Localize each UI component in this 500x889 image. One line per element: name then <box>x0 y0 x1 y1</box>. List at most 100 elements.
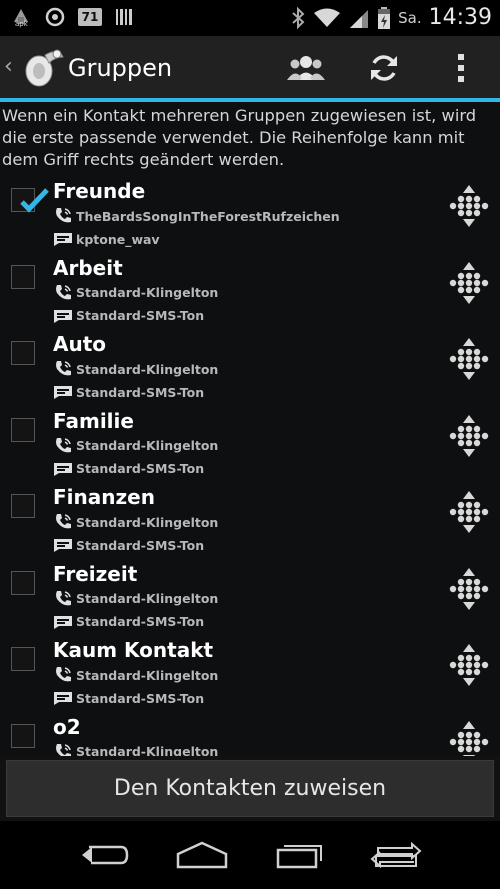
drag-handle-icon[interactable] <box>446 642 492 688</box>
status-bar: apk 71 Sa. 14:39 <box>0 0 500 36</box>
groups-icon <box>287 56 325 80</box>
sms-row: Standard-SMS-Ton <box>53 612 204 632</box>
sync-circle-icon <box>45 7 65 27</box>
up-caret-icon[interactable]: ‹ <box>4 54 13 79</box>
sms-row: Standard-SMS-Ton <box>53 382 204 402</box>
assign-contacts-button[interactable]: Den Kontakten zuweisen <box>6 760 494 817</box>
group-checkbox[interactable] <box>11 494 35 518</box>
ringtone-row: TheBardsSongInTheForestRufzeichen <box>53 206 340 226</box>
ringtone-row: Standard-Klingelton <box>53 665 218 685</box>
ringtone-name: Standard-Klingelton <box>76 285 219 300</box>
overflow-menu-icon <box>458 54 464 82</box>
recent-apps-button[interactable] <box>268 833 332 877</box>
drag-handle-icon[interactable] <box>446 413 492 459</box>
phone-icon <box>56 361 71 376</box>
sms-tone-name: Standard-SMS-Ton <box>76 614 205 629</box>
drag-handle-icon[interactable] <box>446 260 492 306</box>
ringtone-name: Standard-Klingelton <box>76 591 219 606</box>
group-list-item[interactable]: o2 Standard-Klingelton Standard-SMS-Ton <box>0 714 500 757</box>
sms-tone-name: Standard-SMS-Ton <box>76 461 205 476</box>
home-button[interactable] <box>170 833 234 877</box>
sms-tone-name: Standard-SMS-Ton <box>76 537 205 553</box>
ringtone-name: Standard-Klingelton <box>76 438 219 453</box>
drag-handle-icon[interactable] <box>446 183 492 229</box>
drag-handle-icon[interactable] <box>446 566 492 612</box>
group-list-item[interactable]: Finanzen Standard-Klingelton Standard-SM… <box>0 485 500 563</box>
group-name: Freizeit <box>53 561 138 586</box>
badge-icon: 71 <box>78 8 102 26</box>
ringtone-row: Standard-Klingelton <box>53 283 218 303</box>
message-icon <box>54 462 72 476</box>
ringtone-row: Standard-Klingelton <box>53 589 218 609</box>
wifi-icon <box>314 8 341 27</box>
group-name: Kaum Kontakt <box>53 638 214 662</box>
group-name: Finanzen <box>53 485 155 509</box>
ringtone-name: Standard-Klingelton <box>76 514 219 530</box>
message-icon <box>54 539 72 552</box>
navigation-bar <box>0 821 500 889</box>
svg-text:apk: apk <box>15 20 29 28</box>
sms-row: Standard-SMS-Ton <box>53 306 204 326</box>
group-list-item[interactable]: Auto Standard-Klingelton Standard-SMS-To… <box>0 332 500 410</box>
phone-icon <box>56 743 71 756</box>
group-name: o2 <box>53 714 81 739</box>
overflow-menu-button[interactable] <box>437 44 485 92</box>
page-title: Gruppen <box>68 54 173 82</box>
battery-icon <box>378 6 391 29</box>
group-name: Familie <box>53 408 134 433</box>
message-icon <box>54 309 72 323</box>
group-checkbox[interactable] <box>11 264 35 289</box>
home-icon <box>176 841 228 869</box>
ringtone-name: Standard-Klingelton <box>76 667 219 683</box>
groups-button[interactable] <box>282 44 330 92</box>
app-logo-icon[interactable] <box>15 45 65 89</box>
group-checkbox[interactable] <box>11 188 49 213</box>
ringtone-name: TheBardsSongInTheForestRufzeichen <box>76 208 340 224</box>
refresh-icon <box>371 55 397 81</box>
drag-handle-icon[interactable] <box>446 336 492 382</box>
group-checkbox[interactable] <box>11 647 35 671</box>
message-icon <box>54 233 72 246</box>
ringtone-row: Standard-Klingelton <box>53 436 218 456</box>
refresh-button[interactable] <box>360 44 408 92</box>
drag-handle-icon[interactable] <box>446 489 492 535</box>
group-list-panel: Wenn ein Kontakt mehreren Gruppen zugewi… <box>0 102 500 756</box>
back-button[interactable] <box>72 833 136 877</box>
ringtone-row: Standard-Klingelton <box>53 742 219 756</box>
group-list-item[interactable]: Arbeit Standard-Klingelton Standard-SMS-… <box>0 255 500 334</box>
group-list-item[interactable]: Freizeit Standard-Klingelton Standard-SM… <box>0 561 500 640</box>
recent-apps-icon <box>276 845 322 869</box>
status-time: 14:39 <box>428 5 492 30</box>
message-icon <box>54 692 72 705</box>
group-checkbox[interactable] <box>11 570 35 595</box>
ringtone-name: Standard-Klingelton <box>76 744 219 756</box>
ringtone-name: Standard-Klingelton <box>76 361 219 377</box>
group-name: Freunde <box>53 179 146 203</box>
group-list-item[interactable]: Familie Standard-Klingelton Standard-SMS… <box>0 408 500 487</box>
sms-tone-name: Standard-SMS-Ton <box>76 308 205 323</box>
info-text: Wenn ein Kontakt mehreren Gruppen zugewi… <box>2 106 477 169</box>
ringtone-row: Standard-Klingelton <box>53 512 218 532</box>
checkmark-icon <box>20 188 49 213</box>
bluetooth-icon <box>292 6 305 29</box>
barcode-icon <box>116 9 132 25</box>
bottom-button-bar: Den Kontakten zuweisen <box>0 756 500 821</box>
phone-icon <box>56 284 71 299</box>
phone-icon <box>56 590 71 605</box>
sms-row: Standard-SMS-Ton <box>53 688 204 708</box>
group-checkbox[interactable] <box>11 723 35 748</box>
rotate-icon <box>370 841 422 869</box>
group-checkbox[interactable] <box>11 417 35 442</box>
status-day: Sa. <box>398 8 422 27</box>
group-list-item[interactable]: Freunde TheBardsSongInTheForestRufzeiche… <box>0 179 500 257</box>
group-name: Arbeit <box>53 255 123 280</box>
message-icon <box>54 615 72 629</box>
rotate-button[interactable] <box>364 833 428 877</box>
group-name: Auto <box>53 332 107 356</box>
apk-icon: apk <box>14 9 29 28</box>
group-list-item[interactable]: Kaum Kontakt Standard-Klingelton Standar… <box>0 638 500 716</box>
drag-handle-icon[interactable] <box>446 719 492 757</box>
group-checkbox[interactable] <box>11 341 35 365</box>
ringtone-row: Standard-Klingelton <box>53 359 218 379</box>
sms-row: kptone_wav <box>53 229 160 249</box>
